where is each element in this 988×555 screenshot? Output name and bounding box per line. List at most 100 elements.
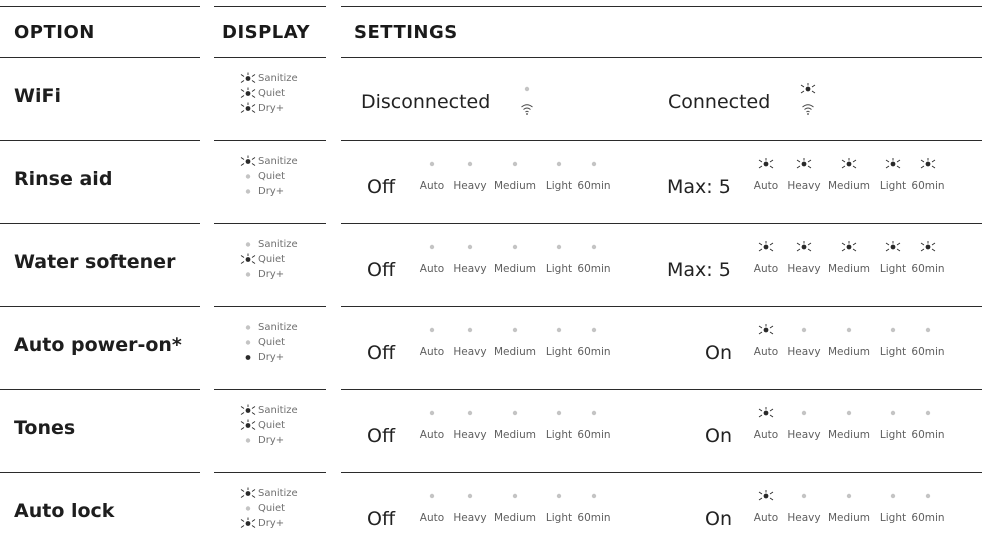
- display-label: Quiet: [258, 337, 286, 348]
- cycle-light-icon: [758, 407, 774, 418]
- cycle-light-icon: [467, 244, 473, 250]
- cycle-label: Light: [879, 180, 907, 192]
- table-row: Auto power-on* Sanitize Quiet Dry+ Off Auto He…: [0, 306, 988, 389]
- display-label: Sanitize: [258, 156, 298, 167]
- display-indicator-dry-plus: Dry+: [240, 350, 330, 365]
- display-indicators: Sanitize Quiet Dry+: [240, 486, 330, 531]
- cycle-light-icon: [801, 493, 807, 499]
- cycle-label: Heavy: [787, 512, 821, 524]
- cycle-label: Auto: [419, 429, 445, 441]
- display-label: Quiet: [258, 88, 286, 99]
- display-light-icon: [240, 72, 256, 83]
- cycle-indicator-group-a: Auto Heavy Medium Light 60min: [418, 322, 638, 372]
- cycle-light-icon: [429, 161, 435, 167]
- cycle-light-icon: [467, 327, 473, 333]
- option-name: Tones: [14, 417, 76, 439]
- cycle-light-icon: [512, 493, 518, 499]
- setting-a-label: Off: [367, 342, 396, 364]
- display-label: Dry+: [258, 269, 285, 280]
- display-indicator-sanitize: Sanitize: [240, 320, 330, 335]
- cycle-label: Medium: [494, 180, 536, 192]
- setting-a-label: Off: [367, 425, 396, 447]
- cycle-indicator-group-b: Auto Heavy Medium Light 60min: [752, 488, 972, 538]
- cycle-indicator-group-b: Auto Heavy Medium Light 60min: [752, 156, 972, 206]
- header-top-rule-display: [214, 6, 326, 7]
- cycle-label: 60min: [577, 346, 611, 358]
- cycle-label: Heavy: [453, 263, 487, 275]
- table-row: Rinse aid Sanitize Quiet Dry+ Off Auto Heavy Me…: [0, 140, 988, 223]
- display-label: Dry+: [258, 186, 285, 197]
- display-indicator-quiet: Quiet: [240, 252, 330, 267]
- display-light-icon: [240, 87, 256, 98]
- cycle-light-icon: [920, 158, 936, 169]
- display-light-icon: [240, 404, 256, 415]
- cycle-light-icon: [841, 241, 857, 252]
- row-rule-option: [0, 57, 200, 58]
- wifi-status-light: [524, 86, 530, 92]
- setting-b-label: Max: 5: [667, 176, 731, 198]
- cycle-label: Medium: [494, 263, 536, 275]
- cycle-light-icon: [758, 490, 774, 501]
- cycle-label: 60min: [911, 512, 945, 524]
- cycle-light-icon: [467, 493, 473, 499]
- cycle-light-icon: [920, 241, 936, 252]
- row-rule-display: [214, 472, 326, 473]
- header-option: OPTION: [14, 22, 95, 43]
- row-rule-display: [214, 389, 326, 390]
- cycle-label: Auto: [753, 429, 779, 441]
- display-indicators: Sanitize Quiet Dry+: [240, 71, 330, 116]
- cycle-label: Light: [879, 263, 907, 275]
- cycle-light-icon: [885, 158, 901, 169]
- cycle-light-icon: [846, 327, 852, 333]
- cycle-light-icon: [885, 241, 901, 252]
- cycle-light-icon: [467, 161, 473, 167]
- cycle-label: Heavy: [787, 263, 821, 275]
- table-row: WiFi Sanitize Quiet Dry+ Disconnected Connect…: [0, 57, 988, 140]
- cycle-indicator-group-a: Auto Heavy Medium Light 60min: [418, 488, 638, 538]
- cycle-label: Auto: [419, 512, 445, 524]
- option-name: Water softener: [14, 251, 176, 273]
- row-rule-settings: [341, 472, 982, 473]
- cycle-label: 60min: [577, 180, 611, 192]
- cycle-label: Medium: [494, 512, 536, 524]
- cycle-indicator-group-a: Auto Heavy Medium Light 60min: [418, 239, 638, 289]
- row-rule-display: [214, 223, 326, 224]
- setting-a-label: Disconnected: [361, 91, 491, 113]
- cycle-label: Auto: [419, 263, 445, 275]
- option-name: Rinse aid: [14, 168, 113, 190]
- display-label: Dry+: [258, 435, 285, 446]
- cycle-label: Auto: [419, 180, 445, 192]
- cycle-light-icon: [890, 327, 896, 333]
- cycle-label: Auto: [753, 512, 779, 524]
- display-light-icon: [245, 355, 251, 360]
- cycle-light-icon: [801, 410, 807, 416]
- cycle-label: 60min: [577, 263, 611, 275]
- setting-b-label: On: [705, 508, 732, 530]
- cycle-light-icon: [429, 244, 435, 250]
- cycle-light-icon: [556, 327, 562, 333]
- cycle-label: Auto: [753, 263, 779, 275]
- cycle-light-icon: [758, 241, 774, 252]
- cycle-light-icon: [591, 493, 597, 499]
- cycle-light-icon: [758, 158, 774, 169]
- row-rule-display: [214, 306, 326, 307]
- display-indicator-dry-plus: Dry+: [240, 516, 330, 531]
- display-indicator-sanitize: Sanitize: [240, 71, 330, 86]
- cycle-label: Medium: [494, 346, 536, 358]
- row-rule-display: [214, 57, 326, 58]
- cycle-label: Heavy: [787, 429, 821, 441]
- cycle-light-icon: [758, 324, 774, 335]
- cycle-label: 60min: [911, 346, 945, 358]
- cycle-light-icon: [925, 410, 931, 416]
- cycle-label: Light: [545, 429, 573, 441]
- cycle-label: Auto: [753, 346, 779, 358]
- cycle-indicator-group-a: Auto Heavy Medium Light 60min: [418, 156, 638, 206]
- display-indicator-dry-plus: Dry+: [240, 101, 330, 116]
- display-label: Sanitize: [258, 405, 298, 416]
- cycle-light-icon: [890, 410, 896, 416]
- cycle-label: Auto: [753, 180, 779, 192]
- display-light-icon: [245, 174, 251, 179]
- row-rule-option: [0, 389, 200, 390]
- row-rule-option: [0, 472, 200, 473]
- display-label: Sanitize: [258, 322, 298, 333]
